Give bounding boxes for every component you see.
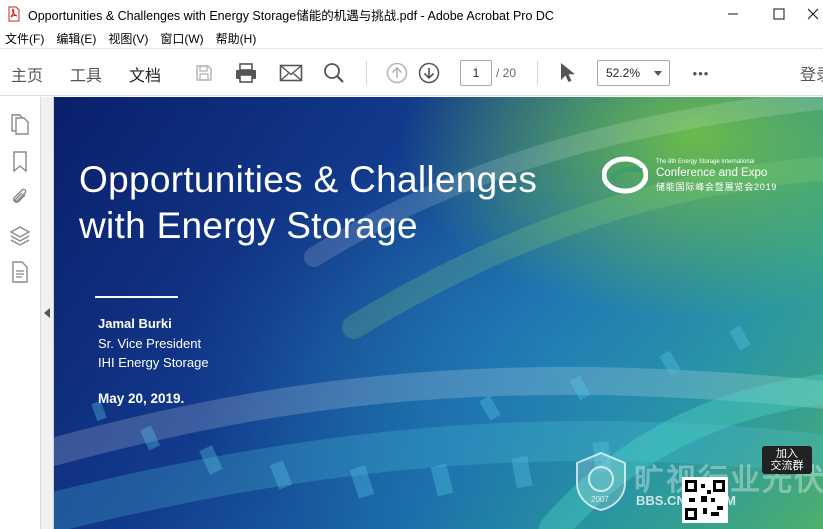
title-bar: Opportunities & Challenges with Energy S… [0,0,823,28]
zoom-select[interactable]: 52.2% [597,60,670,86]
close-button[interactable] [802,0,823,28]
slide-date: May 20, 2019. [98,391,185,406]
divider [95,296,178,298]
slide-title-line-2: with Energy Storage [79,205,418,246]
page-down-icon[interactable] [417,61,441,85]
toolbar-divider [537,61,538,85]
bookmark-icon[interactable] [8,150,32,174]
chevron-left-icon [44,308,50,318]
presenter-role: Sr. Vice President [98,335,202,351]
maximize-button[interactable] [756,0,802,28]
pdf-page: Opportunities & Challenges with Energy S… [54,97,823,529]
more-dots: ••• [692,65,710,81]
login-link[interactable]: 登录 [800,61,823,85]
menu-window[interactable]: 窗口(W) [155,30,210,47]
more-icon[interactable]: ••• [689,61,713,85]
menu-bar: 文件(F) 编辑(E) 视图(V) 窗口(W) 帮助(H) [0,28,823,48]
presenter-block: Jamal Burki Sr. Vice President IHI Energ… [98,314,209,373]
menu-edit[interactable]: 编辑(E) [51,30,103,47]
layers-icon[interactable] [8,224,32,248]
tab-home[interactable]: 主页 [11,62,43,86]
slide-title: Opportunities & Challenges with Energy S… [79,157,537,249]
menu-help[interactable]: 帮助(H) [211,30,264,47]
minimize-button[interactable] [710,0,756,28]
join-group-badge: 加入 交流群 [762,446,812,474]
conference-logo-icon [601,155,649,195]
conference-name-cn: 储能国际峰会暨展览会2019 [656,182,778,192]
document-properties-icon[interactable] [8,260,32,284]
toolbar-divider [366,61,367,85]
conference-subtitle: The 8th Energy Storage International [656,159,755,165]
window-title: Opportunities & Challenges with Energy S… [28,8,554,23]
tab-document[interactable]: 文档 [126,62,164,100]
print-icon[interactable] [234,61,258,85]
forum-badge-icon: 2007 [569,449,633,513]
pages-icon[interactable] [8,113,32,137]
qr-code-icon [682,477,728,523]
navigation-pane [0,97,41,529]
conference-name: Conference and Expo [656,167,768,179]
attachment-icon[interactable] [8,186,32,210]
search-icon[interactable] [322,61,346,85]
pdf-file-icon [6,6,22,22]
document-view[interactable]: Opportunities & Challenges with Energy S… [54,97,823,529]
toolbar: 主页 工具 文档 ••• [0,48,823,100]
email-icon[interactable] [279,61,303,85]
tab-tools[interactable]: 工具 [70,62,102,86]
save-icon[interactable] [192,61,216,85]
menu-view[interactable]: 视图(V) [103,30,155,47]
presenter-company: IHI Energy Storage [98,355,209,370]
page-up-icon[interactable] [385,61,409,85]
menu-file[interactable]: 文件(F) [0,30,51,47]
slide-title-line-1: Opportunities & Challenges [79,159,538,200]
chevron-down-icon [654,71,662,76]
page-number-input[interactable]: 1 [460,60,492,86]
pane-collapse-handle[interactable] [41,97,54,529]
page-total: / 20 [496,66,517,80]
forum-badge-year: 2007 [591,495,609,504]
zoom-value: 52.2% [606,66,641,80]
presenter-name: Jamal Burki [98,316,172,331]
select-pointer-icon[interactable] [555,61,579,85]
